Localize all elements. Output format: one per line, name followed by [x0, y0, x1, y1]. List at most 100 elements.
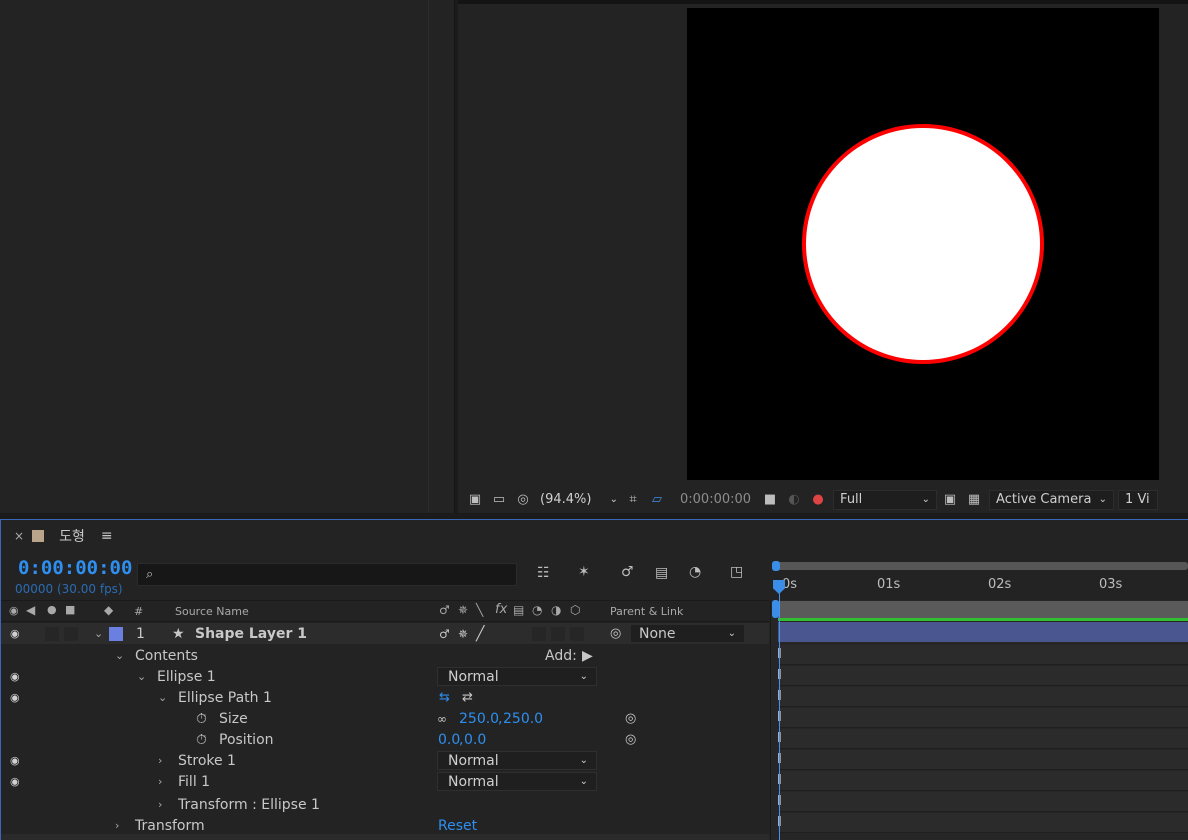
column-fx[interactable]: fx — [495, 602, 507, 617]
switch-box[interactable] — [532, 626, 546, 641]
camera-snapshot-icon[interactable]: ■ — [759, 490, 781, 510]
switch-box[interactable] — [570, 626, 584, 641]
audio-icon[interactable]: ◀ — [26, 603, 35, 617]
switches-shy-icon[interactable]: ♂ — [439, 603, 450, 617]
stopwatch-icon[interactable]: ⏱ — [196, 732, 207, 748]
pick-whip-icon[interactable]: ◎ — [610, 626, 621, 641]
transparency-grid-icon[interactable]: ▱ — [646, 490, 668, 510]
collapse-switch-icon[interactable]: ✵ — [458, 627, 468, 641]
layer-in-handle[interactable] — [772, 600, 779, 618]
add-play-icon[interactable]: ▶ — [582, 648, 593, 664]
audio-toggle[interactable] — [45, 626, 59, 641]
shape-layer-duration-bar[interactable] — [778, 622, 1188, 642]
path-direction-reverse-icon[interactable]: ⇄ — [462, 690, 473, 705]
size-value-y[interactable]: 250.0 — [503, 711, 543, 727]
composition-mini-flowchart-icon[interactable]: ☷ — [537, 565, 550, 581]
switches-collapse-icon[interactable]: ✵ — [458, 603, 468, 617]
region-of-interest-icon[interactable]: ⌗ — [622, 490, 644, 510]
switch-box[interactable] — [551, 626, 565, 641]
vr-goggles-icon[interactable]: ◎ — [512, 490, 534, 510]
chevron-right-icon[interactable]: › — [115, 819, 119, 832]
shy-layers-icon[interactable]: ♂ — [621, 564, 634, 580]
eye-icon[interactable]: ◉ — [10, 691, 20, 704]
color-channels-icon[interactable]: ● — [807, 490, 829, 510]
stopwatch-icon[interactable]: ⏱ — [196, 711, 207, 727]
position-value-y[interactable]: 0.0 — [464, 732, 486, 748]
eye-icon[interactable]: ◉ — [10, 627, 20, 640]
transform-ellipse-row[interactable]: › Transform : Ellipse 1 — [1, 794, 769, 815]
reset-link[interactable]: Reset — [438, 818, 477, 834]
ellipse-path-label[interactable]: Ellipse Path 1 — [178, 690, 272, 706]
ellipse1-blend-mode-select[interactable]: Normal ⌄ — [437, 667, 597, 686]
contents-row[interactable]: ⌄ Contents Add: ▶ — [1, 645, 769, 666]
graph-editor-icon[interactable]: ◳ — [730, 564, 743, 580]
solo-toggle[interactable] — [64, 626, 78, 641]
work-area-bar[interactable] — [777, 562, 1188, 570]
ellipse1-label[interactable]: Ellipse 1 — [157, 669, 216, 685]
chevron-down-icon[interactable]: ⌄ — [158, 691, 167, 704]
size-value-x[interactable]: 250.0 — [459, 711, 499, 727]
switches-3d-icon[interactable]: ⬡ — [570, 603, 580, 617]
show-snapshot-icon[interactable]: ◐ — [783, 490, 805, 510]
stroke1-row[interactable]: ◉ › Stroke 1 Normal ⌄ — [1, 750, 769, 771]
fast-previews-icon[interactable]: ▣ — [939, 490, 961, 510]
motion-blur-icon[interactable]: ◔ — [689, 564, 701, 580]
fill1-label[interactable]: Fill 1 — [178, 774, 210, 790]
parent-select[interactable]: None ⌄ — [631, 625, 744, 642]
display-icon[interactable]: ▭ — [488, 490, 510, 510]
switches-quality-icon[interactable]: ╲ — [476, 603, 483, 617]
work-area-start-handle[interactable] — [772, 561, 780, 571]
chevron-down-icon[interactable]: ⌄ — [115, 649, 124, 662]
pick-whip-icon[interactable]: ◎ — [625, 732, 636, 747]
frame-blending-icon[interactable]: ▤ — [655, 565, 668, 581]
tab-title[interactable]: 도형 — [59, 526, 85, 546]
ellipse-shape[interactable] — [802, 124, 1044, 364]
pick-whip-icon[interactable]: ◎ — [625, 711, 636, 726]
chevron-right-icon[interactable]: › — [158, 775, 162, 788]
current-time-indicator-line[interactable] — [779, 588, 780, 840]
column-parent-link[interactable]: Parent & Link — [610, 605, 683, 618]
path-direction-icon[interactable]: ⇆ — [439, 690, 450, 705]
tab-menu-icon[interactable]: ≡ — [101, 528, 113, 544]
chevron-right-icon[interactable]: › — [158, 798, 162, 811]
shy-switch-icon[interactable]: ♂ — [439, 627, 450, 641]
position-row[interactable]: ⏱ Position 0.0 , 0.0 ◎ — [1, 729, 769, 750]
layer-search-input[interactable]: ⌕ — [137, 563, 517, 586]
layer-label-color[interactable] — [109, 626, 123, 641]
eye-icon[interactable]: ◉ — [10, 754, 20, 767]
position-value-x[interactable]: 0.0 — [438, 732, 460, 748]
solo-icon[interactable]: ● — [47, 603, 57, 616]
fill1-blend-mode-select[interactable]: Normal ⌄ — [437, 772, 597, 791]
camera-select[interactable]: Active Camera ⌄ — [989, 489, 1115, 510]
constrain-link-icon[interactable]: ∞ — [437, 712, 447, 726]
draft-3d-icon[interactable]: ✶ — [578, 564, 590, 580]
viewer-time[interactable]: 0:00:00:00 — [674, 490, 757, 510]
chevron-right-icon[interactable]: › — [158, 754, 162, 767]
contents-label[interactable]: Contents — [135, 648, 198, 664]
quality-switch-icon[interactable]: ╱ — [476, 626, 484, 642]
ellipse1-row[interactable]: ◉ ⌄ Ellipse 1 Normal ⌄ — [1, 666, 769, 687]
transform-ellipse-label[interactable]: Transform : Ellipse 1 — [178, 797, 320, 813]
views-select[interactable]: 1 Vi — [1118, 489, 1159, 510]
fill1-row[interactable]: ◉ › Fill 1 Normal ⌄ — [1, 771, 769, 792]
resolution-select[interactable]: Full ⌄ — [833, 489, 938, 510]
ellipse-path-row[interactable]: ◉ ⌄ Ellipse Path 1 ⇆ ⇄ — [1, 687, 769, 708]
eye-icon[interactable]: ◉ — [10, 775, 20, 788]
switches-motion-blur-icon[interactable]: ◔ — [532, 603, 542, 617]
layer-name[interactable]: Shape Layer 1 — [195, 626, 307, 642]
close-icon[interactable]: × — [14, 529, 24, 543]
checkerboard-icon[interactable]: ▦ — [963, 490, 985, 510]
transform-label[interactable]: Transform — [135, 818, 205, 834]
chevron-down-icon[interactable]: ⌄ — [94, 627, 103, 640]
stroke1-blend-mode-select[interactable]: Normal ⌄ — [437, 751, 597, 770]
column-source-name[interactable]: Source Name — [175, 605, 249, 618]
lock-icon[interactable]: ■ — [65, 603, 75, 616]
size-row[interactable]: ⏱ Size ∞ 250.0 , 250.0 ◎ — [1, 708, 769, 729]
zoom-select[interactable]: (94.4%) ⌄ — [538, 490, 620, 510]
transform-row[interactable]: › Transform Reset — [1, 815, 769, 836]
always-preview-icon[interactable]: ▣ — [464, 490, 486, 510]
stroke1-label[interactable]: Stroke 1 — [178, 753, 236, 769]
layer-row[interactable]: ◉ ⌄ 1 ★ Shape Layer 1 ♂ ✵ ╱ ◎ None ⌄ — [1, 623, 769, 644]
video-eye-icon[interactable]: ◉ — [9, 604, 19, 617]
chevron-down-icon[interactable]: ⌄ — [137, 670, 146, 683]
